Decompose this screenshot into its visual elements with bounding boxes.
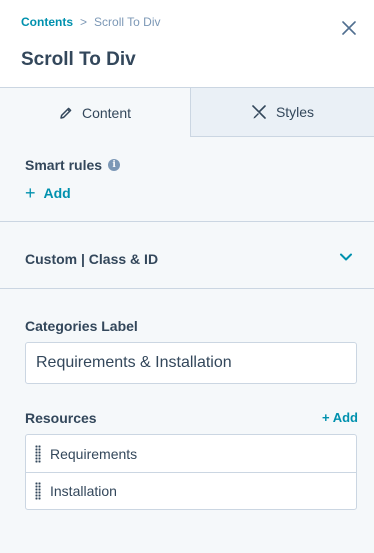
- list-item[interactable]: Installation: [26, 472, 356, 509]
- breadcrumb-contents-link[interactable]: Contents: [21, 15, 73, 29]
- smart-rules-header: Smart rules i: [25, 157, 121, 173]
- tab-styles-label: Styles: [275, 104, 315, 120]
- breadcrumb: Contents > Scroll To Div: [21, 15, 160, 29]
- close-icon: [342, 21, 356, 35]
- add-resource-button[interactable]: + Add: [322, 410, 358, 425]
- custom-class-id-accordion[interactable]: Custom | Class & ID: [0, 222, 374, 288]
- add-smart-rule-button[interactable]: + Add: [25, 184, 71, 202]
- plus-icon: +: [25, 183, 36, 203]
- categories-label-input[interactable]: [25, 342, 357, 384]
- tab-content[interactable]: Content: [0, 88, 191, 137]
- add-smart-rule-label: Add: [43, 185, 71, 201]
- drag-handle-icon[interactable]: [35, 444, 41, 463]
- breadcrumb-separator: >: [80, 15, 88, 29]
- chevron-down-icon: [340, 253, 352, 261]
- page-title: Scroll To Div: [21, 49, 136, 70]
- categories-label: Categories Label: [25, 318, 138, 334]
- breadcrumb-current: Scroll To Div: [94, 15, 161, 29]
- panel-header: Contents > Scroll To Div Scroll To Div: [0, 0, 374, 88]
- brush-icon: [252, 105, 266, 119]
- sidebar-panel: Contents > Scroll To Div Scroll To Div C…: [0, 0, 374, 553]
- pencil-icon: [60, 107, 72, 119]
- divider: [0, 288, 374, 289]
- tab-content-label: Content: [81, 104, 132, 121]
- tab-styles[interactable]: Styles: [191, 88, 374, 137]
- smart-rules-label: Smart rules: [25, 157, 103, 173]
- resources-label: Resources: [25, 410, 97, 426]
- accordion-title: Custom | Class & ID: [25, 251, 159, 267]
- list-item[interactable]: Requirements: [26, 435, 356, 472]
- close-button[interactable]: [338, 17, 360, 39]
- resource-item-label: Requirements: [50, 445, 138, 462]
- tab-bar: Content Styles: [0, 88, 374, 137]
- resources-list: Requirements Installation: [25, 434, 357, 510]
- info-icon[interactable]: i: [108, 159, 121, 171]
- resource-item-label: Installation: [50, 483, 117, 499]
- drag-handle-icon[interactable]: [35, 482, 41, 500]
